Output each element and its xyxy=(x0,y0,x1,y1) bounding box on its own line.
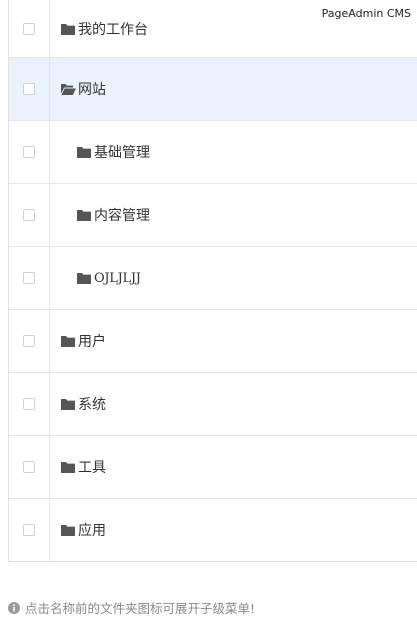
hint-text: 点击名称前的文件夹图标可展开子级菜单! xyxy=(25,601,256,616)
table-row[interactable]: 基础管理 xyxy=(9,120,417,183)
row-checkbox[interactable] xyxy=(23,461,35,473)
row-label[interactable]: 内容管理 xyxy=(94,205,150,225)
row-checkbox-cell xyxy=(9,310,50,372)
folder-closed-icon[interactable] xyxy=(77,272,92,284)
row-checkbox-cell xyxy=(9,58,50,120)
row-checkbox[interactable] xyxy=(23,209,35,221)
folder-closed-icon[interactable] xyxy=(77,146,92,158)
table-row[interactable]: 应用 xyxy=(9,498,417,561)
row-checkbox-cell xyxy=(9,121,50,183)
row-name-cell: 网站 xyxy=(50,58,417,120)
row-name-cell: 用户 xyxy=(50,310,417,372)
table-row[interactable]: 我的工作台 xyxy=(9,0,417,57)
row-checkbox-cell xyxy=(9,247,50,309)
table-row[interactable]: 网站 xyxy=(9,57,417,120)
row-checkbox[interactable] xyxy=(23,524,35,536)
row-label[interactable]: 应用 xyxy=(78,520,106,540)
row-name-cell: OJLJLJJ xyxy=(50,247,417,309)
folder-closed-icon[interactable] xyxy=(61,398,76,410)
folder-open-icon[interactable] xyxy=(61,83,76,95)
table-row[interactable]: OJLJLJJ xyxy=(9,246,417,309)
table-row[interactable]: 用户 xyxy=(9,309,417,372)
row-checkbox[interactable] xyxy=(23,83,35,95)
row-checkbox-cell xyxy=(9,184,50,246)
row-name-cell: 基础管理 xyxy=(50,121,417,183)
row-label[interactable]: 系统 xyxy=(78,394,106,414)
row-name-cell: 工具 xyxy=(50,436,417,498)
row-checkbox[interactable] xyxy=(23,272,35,284)
row-label[interactable]: 网站 xyxy=(78,79,106,99)
row-checkbox-cell xyxy=(9,499,50,561)
row-checkbox[interactable] xyxy=(23,335,35,347)
help-hint: 点击名称前的文件夹图标可展开子级菜单! xyxy=(8,598,255,617)
row-checkbox-cell xyxy=(9,0,50,57)
table-row[interactable]: 内容管理 xyxy=(9,183,417,246)
row-checkbox[interactable] xyxy=(23,146,35,158)
folder-closed-icon[interactable] xyxy=(61,23,76,35)
table-row[interactable]: 工具 xyxy=(9,435,417,498)
info-icon xyxy=(8,601,20,614)
row-label[interactable]: 我的工作台 xyxy=(78,19,148,39)
folder-closed-icon[interactable] xyxy=(77,209,92,221)
row-checkbox[interactable] xyxy=(23,398,35,410)
row-name-cell: 我的工作台 xyxy=(50,0,417,57)
folder-closed-icon[interactable] xyxy=(61,461,76,473)
row-checkbox-cell xyxy=(9,436,50,498)
folder-closed-icon[interactable] xyxy=(61,335,76,347)
menu-tree-table: 我的工作台 网站 基础管理 内容管理 OJLJLJJ 用户 系统 工具 应用 xyxy=(8,0,417,562)
row-name-cell: 应用 xyxy=(50,499,417,561)
row-checkbox[interactable] xyxy=(23,22,35,35)
row-label[interactable]: 工具 xyxy=(78,457,106,477)
row-checkbox-cell xyxy=(9,373,50,435)
row-name-cell: 系统 xyxy=(50,373,417,435)
row-label[interactable]: OJLJLJJ xyxy=(94,271,141,286)
row-label[interactable]: 基础管理 xyxy=(94,142,150,162)
table-row[interactable]: 系统 xyxy=(9,372,417,435)
row-name-cell: 内容管理 xyxy=(50,184,417,246)
row-label[interactable]: 用户 xyxy=(78,331,106,351)
folder-closed-icon[interactable] xyxy=(61,524,76,536)
